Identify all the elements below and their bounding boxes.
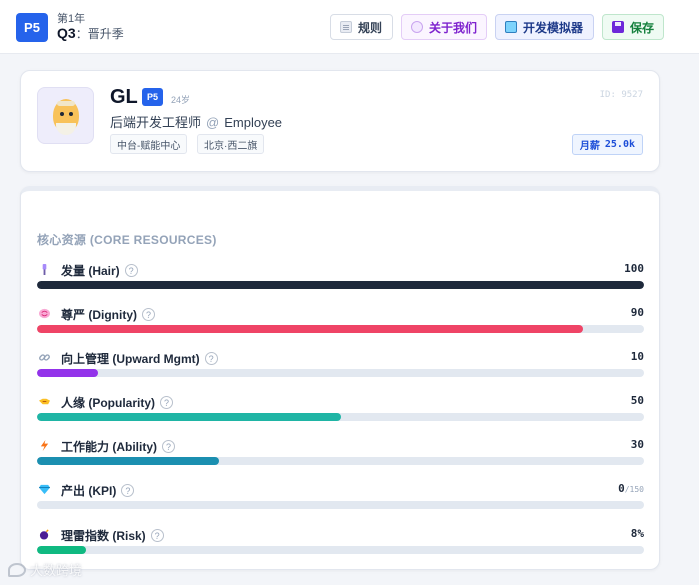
job-title: 后端开发工程师 — [110, 115, 202, 130]
core-resources-card: 核心资源 (CORE RESOURCES) 发量 (Hair)? 100 尊严 … — [20, 186, 660, 570]
resource-label: 理雷指数 (Risk) — [61, 529, 146, 543]
resource-max: /150 — [624, 485, 644, 494]
help-icon[interactable]: ? — [162, 440, 175, 453]
document-icon — [340, 21, 352, 33]
resource-value: 8% — [630, 527, 644, 540]
handshake-icon — [39, 398, 50, 405]
employee-id: ID: 9527 — [599, 90, 643, 100]
resource-value: 90 — [630, 306, 644, 319]
salary-value: 25.0k — [604, 139, 635, 150]
dev-simulator-button-label: 开发模拟器 — [523, 20, 584, 35]
resource-row-risk: 理雷指数 (Risk)? 8% — [37, 526, 644, 556]
floppy-disk-icon — [612, 21, 624, 33]
resource-label: 向上管理 (Upward Mgmt) — [61, 352, 200, 366]
watermark-logo-icon — [8, 562, 26, 577]
resource-value: 0 — [618, 482, 625, 495]
lightning-icon — [40, 440, 49, 451]
hair-brush-icon — [42, 264, 47, 275]
brain-icon — [39, 308, 50, 319]
help-icon[interactable]: ? — [160, 396, 174, 409]
resource-row-popularity: 人缘 (Popularity)? 50 — [37, 393, 644, 423]
resource-bar-track — [37, 501, 644, 509]
help-icon[interactable]: ? — [121, 484, 135, 497]
rules-button[interactable]: 规则 — [330, 14, 393, 40]
salary-badge: 月薪 25.0k — [571, 134, 643, 155]
quarter-value: Q3 — [57, 25, 76, 41]
help-icon[interactable]: ? — [204, 352, 218, 365]
help-icon[interactable]: ? — [150, 529, 164, 542]
save-button-label: 保存 — [630, 20, 655, 35]
rules-button-label: 规则 — [358, 20, 383, 35]
resource-bar-fill — [37, 281, 644, 289]
resource-bar-track — [37, 325, 644, 333]
avatar — [37, 87, 94, 144]
resource-row-upward-mgmt: 向上管理 (Upward Mgmt)? 10 — [37, 349, 644, 379]
resource-label: 产出 (KPI) — [61, 484, 117, 498]
resource-row-kpi: 产出 (KPI)? 0/150 — [37, 481, 644, 511]
location-tag: 北京·西二旗 — [197, 134, 265, 154]
resource-bar-fill — [37, 457, 220, 465]
help-icon[interactable]: ? — [124, 264, 138, 277]
gem-icon — [39, 484, 50, 495]
about-us-button-label: 关于我们 — [429, 20, 478, 35]
bomb-icon — [39, 529, 49, 540]
old-man-face-icon — [53, 99, 79, 135]
resource-bar-track — [37, 369, 644, 377]
resource-bar-fill — [37, 413, 341, 421]
resource-bar-track — [37, 413, 644, 421]
year-label: 第1年 — [57, 13, 86, 25]
screen-icon — [505, 21, 517, 33]
employee-age: 24岁 — [171, 95, 191, 105]
resource-row-hair: 发量 (Hair)? 100 — [37, 261, 644, 291]
resource-bar-track — [37, 281, 644, 289]
dev-simulator-button[interactable]: 开发模拟器 — [495, 14, 594, 40]
season-label: ：晋升季 — [75, 27, 124, 41]
about-us-button[interactable]: 关于我们 — [401, 14, 487, 40]
salary-label: 月薪 — [579, 141, 600, 152]
resource-value: 30 — [630, 438, 644, 451]
resource-value: 50 — [630, 394, 644, 407]
job-role: Employee — [224, 115, 283, 130]
speech-bubble-icon — [411, 21, 423, 33]
resource-row-dignity: 尊严 (Dignity)? 90 — [37, 305, 644, 335]
department-tag: 中台-赋能中心 — [110, 134, 188, 154]
at-sign: @ — [206, 115, 220, 130]
save-button[interactable]: 保存 — [602, 14, 664, 40]
help-icon[interactable]: ? — [142, 308, 155, 321]
resource-label: 发量 (Hair) — [61, 264, 120, 278]
job-line: 后端开发工程师 @ Employee — [110, 112, 282, 131]
resource-value: 100 — [624, 262, 644, 275]
core-resources-title: 核心资源 (CORE RESOURCES) — [37, 233, 217, 247]
profile-card: GL P5 24岁 后端开发工程师 @ Employee 中台-赋能中心 北京·西二… — [20, 70, 660, 172]
link-icon — [39, 354, 50, 361]
quarter-label: Q3：晋升季 — [57, 25, 124, 42]
resource-label: 人缘 (Popularity) — [61, 396, 156, 410]
resource-bar-fill — [37, 369, 98, 377]
resource-label: 工作能力 (Ability) — [61, 440, 157, 454]
employee-level-badge: P5 — [142, 88, 163, 106]
watermark-text: 大数跨境 — [30, 563, 83, 578]
resource-bar-track — [37, 457, 644, 465]
resource-bar-track — [37, 546, 644, 554]
top-bar: P5 第1年 Q3：晋升季 规则 关于我们 开发模拟器 保存 — [0, 0, 699, 54]
resource-value: 10 — [630, 350, 644, 363]
resource-row-ability: 工作能力 (Ability)? 30 — [37, 437, 644, 467]
resource-bar-fill — [37, 325, 584, 333]
resource-label: 尊严 (Dignity) — [61, 308, 137, 322]
level-badge: P5 — [16, 13, 48, 42]
employee-name: GL — [110, 86, 138, 108]
watermark: 大数跨境 — [8, 560, 82, 579]
resource-bar-fill — [37, 546, 86, 554]
